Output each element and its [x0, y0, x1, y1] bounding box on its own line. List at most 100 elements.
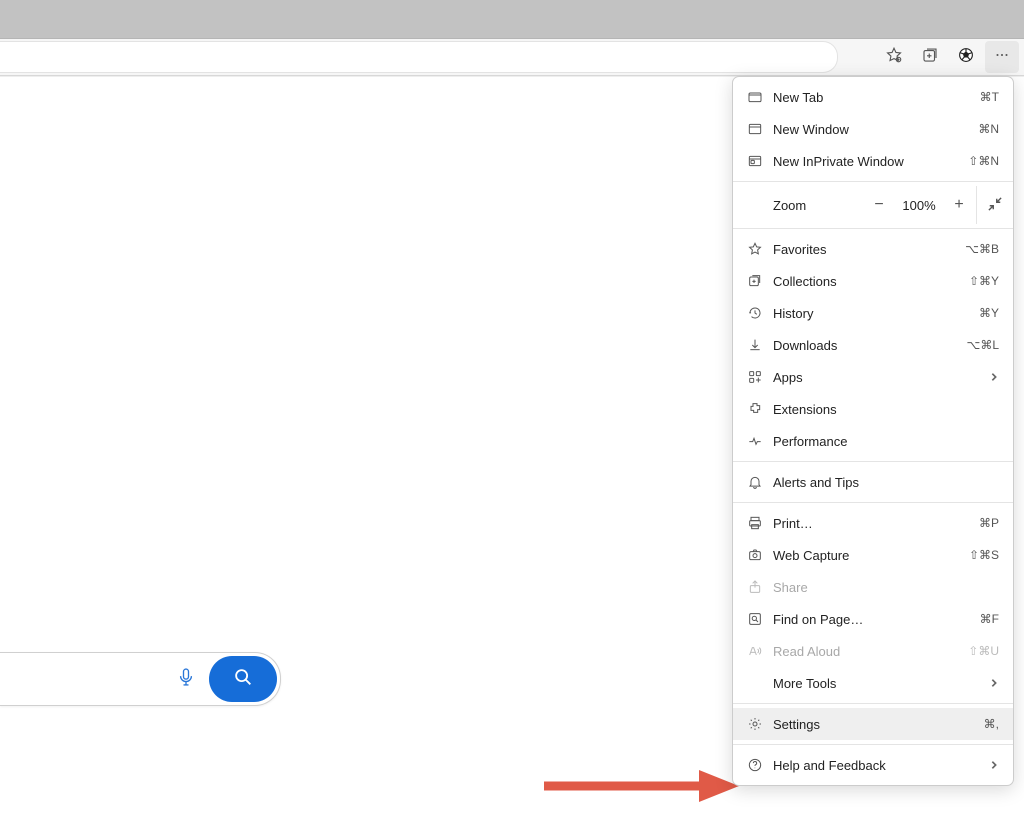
- tab-icon: [747, 89, 773, 105]
- menu-item-print[interactable]: Print…⌘P: [733, 507, 1013, 539]
- favorites-star-icon: [885, 46, 903, 69]
- menu-item-label: History: [773, 306, 979, 321]
- voice-search-button[interactable]: [166, 666, 206, 693]
- microphone-icon: [176, 666, 196, 693]
- menu-item-label: New Window: [773, 122, 978, 137]
- menu-item-apps[interactable]: Apps: [733, 361, 1013, 393]
- menu-item-collections[interactable]: Collections⇧⌘Y: [733, 265, 1013, 297]
- profile-button[interactable]: [949, 41, 983, 73]
- zoom-label: Zoom: [773, 198, 862, 213]
- fullscreen-button[interactable]: [976, 186, 1013, 224]
- menu-item-label: Alerts and Tips: [773, 475, 999, 490]
- more-icon: [993, 46, 1011, 69]
- menu-item-shortcut: ⌘P: [979, 516, 999, 530]
- menu-item-extensions[interactable]: Extensions: [733, 393, 1013, 425]
- menu-item-history[interactable]: History⌘Y: [733, 297, 1013, 329]
- browser-toolbar: [0, 39, 1024, 76]
- zoom-in-button[interactable]: +: [942, 196, 976, 214]
- search-icon: [232, 666, 254, 693]
- soccer-profile-icon: [957, 46, 975, 69]
- menu-item-label: Apps: [773, 370, 989, 385]
- zoom-value: 100%: [896, 198, 942, 213]
- read-aloud-icon: [747, 643, 773, 659]
- menu-item-shortcut: ⌘N: [978, 122, 999, 136]
- share-icon: [747, 579, 773, 595]
- menu-item-share: Share: [733, 571, 1013, 603]
- menu-item-shortcut: ⌘Y: [979, 306, 999, 320]
- settings-gear-icon: [747, 716, 773, 732]
- menu-item-settings[interactable]: Settings⌘,: [733, 708, 1013, 740]
- menu-item-label: Settings: [773, 717, 984, 732]
- menu-separator: [733, 228, 1013, 229]
- menu-item-label: Help and Feedback: [773, 758, 989, 773]
- menu-item-shortcut: ⇧⌘Y: [969, 274, 999, 288]
- search-submit-button[interactable]: [209, 656, 277, 702]
- menu-item-shortcut: ⌘,: [984, 717, 999, 731]
- menu-item-label: Share: [773, 580, 999, 595]
- menu-item-shortcut: ⌘F: [980, 612, 999, 626]
- zoom-out-button[interactable]: −: [862, 196, 896, 214]
- apps-icon: [747, 369, 773, 385]
- menu-item-label: New Tab: [773, 90, 980, 105]
- find-icon: [747, 611, 773, 627]
- inprivate-icon: [747, 153, 773, 169]
- menu-item-label: Find on Page…: [773, 612, 980, 627]
- print-icon: [747, 515, 773, 531]
- favorites-button[interactable]: [877, 41, 911, 73]
- bell-icon: [747, 474, 773, 490]
- extension-icon: [747, 401, 773, 417]
- window-titlebar: [0, 0, 1024, 39]
- settings-and-more-menu: New Tab⌘TNew Window⌘NNew InPrivate Windo…: [732, 76, 1014, 786]
- menu-item-new-tab[interactable]: New Tab⌘T: [733, 81, 1013, 113]
- collections-button[interactable]: [913, 41, 947, 73]
- menu-item-performance[interactable]: Performance: [733, 425, 1013, 457]
- download-icon: [747, 337, 773, 353]
- menu-item-alerts[interactable]: Alerts and Tips: [733, 466, 1013, 498]
- menu-item-shortcut: ⌘T: [980, 90, 999, 104]
- performance-icon: [747, 433, 773, 449]
- menu-item-shortcut: ⇧⌘N: [968, 154, 999, 168]
- search-box[interactable]: [0, 652, 281, 706]
- menu-item-label: Read Aloud: [773, 644, 968, 659]
- menu-item-new-window[interactable]: New Window⌘N: [733, 113, 1013, 145]
- menu-item-downloads[interactable]: Downloads⌥⌘L: [733, 329, 1013, 361]
- help-icon: [747, 757, 773, 773]
- menu-item-shortcut: ⌥⌘L: [966, 338, 999, 352]
- menu-item-shortcut: ⇧⌘S: [969, 548, 999, 562]
- menu-separator: [733, 502, 1013, 503]
- star-icon: [747, 241, 773, 257]
- menu-item-help[interactable]: Help and Feedback: [733, 749, 1013, 781]
- address-bar[interactable]: [0, 41, 838, 73]
- history-icon: [747, 305, 773, 321]
- menu-item-label: Web Capture: [773, 548, 969, 563]
- fullscreen-icon: [988, 197, 1002, 214]
- menu-item-shortcut: ⌥⌘B: [965, 242, 999, 256]
- menu-item-new-inprivate[interactable]: New InPrivate Window⇧⌘N: [733, 145, 1013, 177]
- menu-separator: [733, 181, 1013, 182]
- menu-item-label: Collections: [773, 274, 969, 289]
- menu-item-label: Print…: [773, 516, 979, 531]
- menu-item-web-capture[interactable]: Web Capture⇧⌘S: [733, 539, 1013, 571]
- menu-item-shortcut: ⇧⌘U: [968, 644, 999, 658]
- collections-icon: [747, 273, 773, 289]
- menu-item-find[interactable]: Find on Page…⌘F: [733, 603, 1013, 635]
- menu-item-label: Performance: [773, 434, 999, 449]
- capture-icon: [747, 547, 773, 563]
- menu-item-favorites[interactable]: Favorites⌥⌘B: [733, 233, 1013, 265]
- annotation-arrow: [544, 770, 739, 802]
- toolbar-actions: [877, 39, 1019, 75]
- menu-item-label: New InPrivate Window: [773, 154, 968, 169]
- collections-icon: [921, 46, 939, 69]
- more-button[interactable]: [985, 41, 1019, 73]
- chevron-right-icon: [989, 676, 999, 691]
- zoom-control: Zoom−100%+: [733, 186, 1013, 224]
- window-icon: [747, 121, 773, 137]
- menu-item-more-tools[interactable]: More Tools: [733, 667, 1013, 699]
- menu-item-label: More Tools: [773, 676, 989, 691]
- menu-item-label: Favorites: [773, 242, 965, 257]
- menu-separator: [733, 744, 1013, 745]
- menu-separator: [733, 461, 1013, 462]
- chevron-right-icon: [989, 758, 999, 773]
- menu-separator: [733, 703, 1013, 704]
- chevron-right-icon: [989, 370, 999, 385]
